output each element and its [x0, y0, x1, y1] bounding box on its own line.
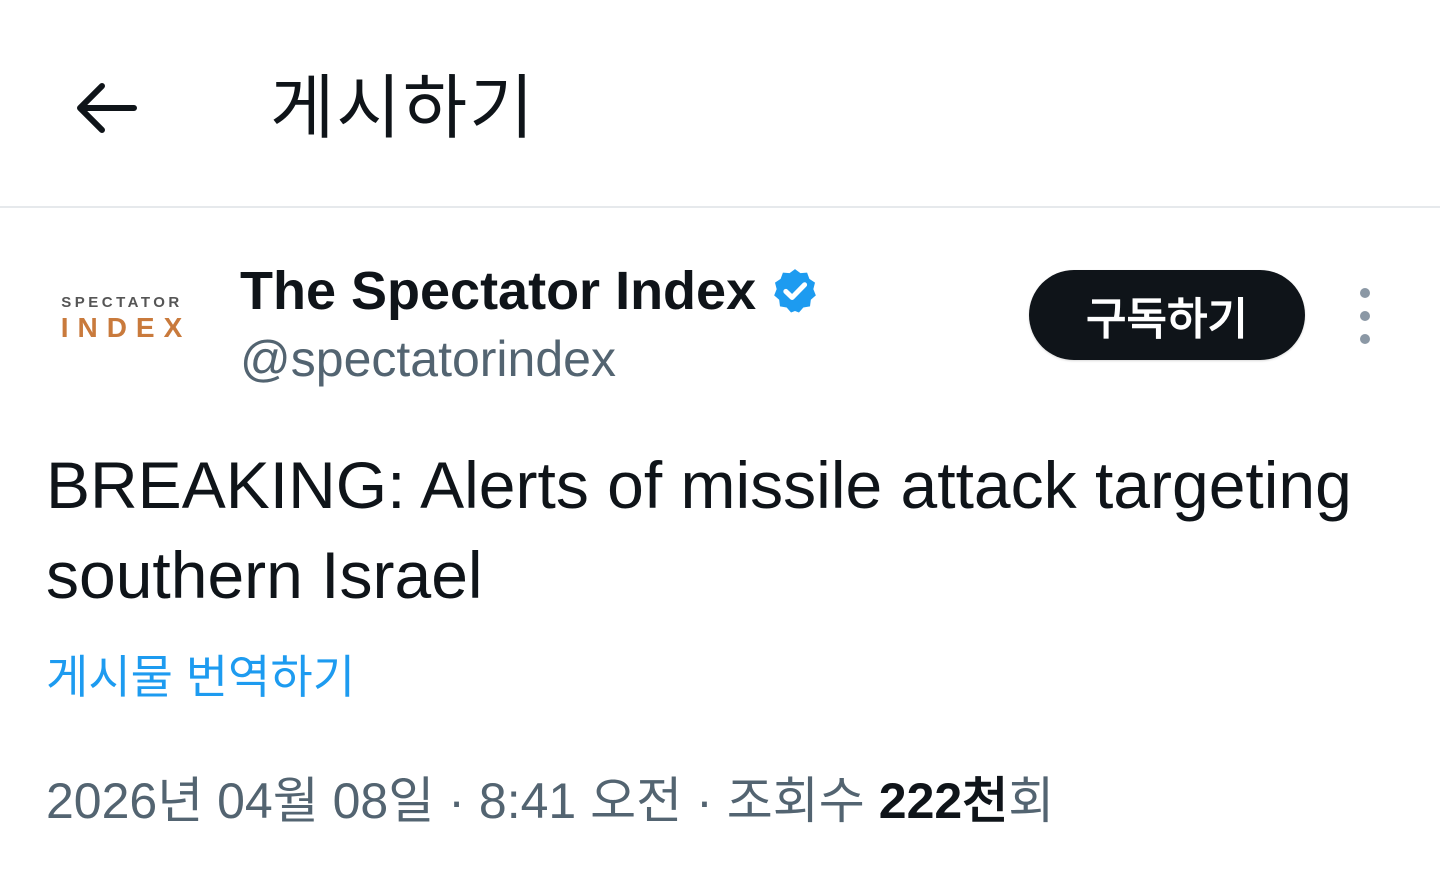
more-options-button[interactable]	[1340, 288, 1390, 344]
author-display-name[interactable]: The Spectator Index	[240, 258, 756, 324]
translate-post-link[interactable]: 게시물 번역하기	[46, 648, 355, 706]
arrow-left-icon	[77, 83, 137, 133]
avatar[interactable]: SPECTATOR INDEX	[44, 278, 200, 360]
views-count[interactable]: 222천	[879, 770, 1008, 832]
author-name-row: The Spectator Index	[240, 258, 820, 324]
avatar-text-bottom: INDEX	[60, 312, 192, 343]
page-title: 게시하기	[270, 69, 536, 147]
meta-separator: ·	[448, 773, 465, 829]
post-text: BREAKING: Alerts of missile attack targe…	[46, 448, 1352, 612]
meta-separator: ·	[696, 773, 713, 829]
more-dot	[1360, 334, 1370, 344]
back-button[interactable]	[60, 62, 152, 154]
post-meta: 2026년 04월 08일 · 8:41 오전 · 조회수 222천 회	[46, 770, 1054, 832]
top-bar: 게시하기	[0, 0, 1440, 208]
views-label: 조회수	[726, 773, 865, 829]
more-vertical-icon	[1360, 288, 1370, 298]
author-handle[interactable]: @spectatorindex	[240, 328, 616, 390]
subscribe-button[interactable]: 구독하기	[1029, 270, 1305, 360]
post-time[interactable]: 8:41 오전	[479, 770, 682, 832]
verified-badge-icon	[774, 269, 816, 313]
post-date[interactable]: 2026년 04월 08일	[46, 770, 434, 832]
avatar-text-top: SPECTATOR	[61, 294, 183, 311]
more-dot	[1360, 311, 1370, 321]
views-suffix: 회	[1008, 773, 1055, 829]
